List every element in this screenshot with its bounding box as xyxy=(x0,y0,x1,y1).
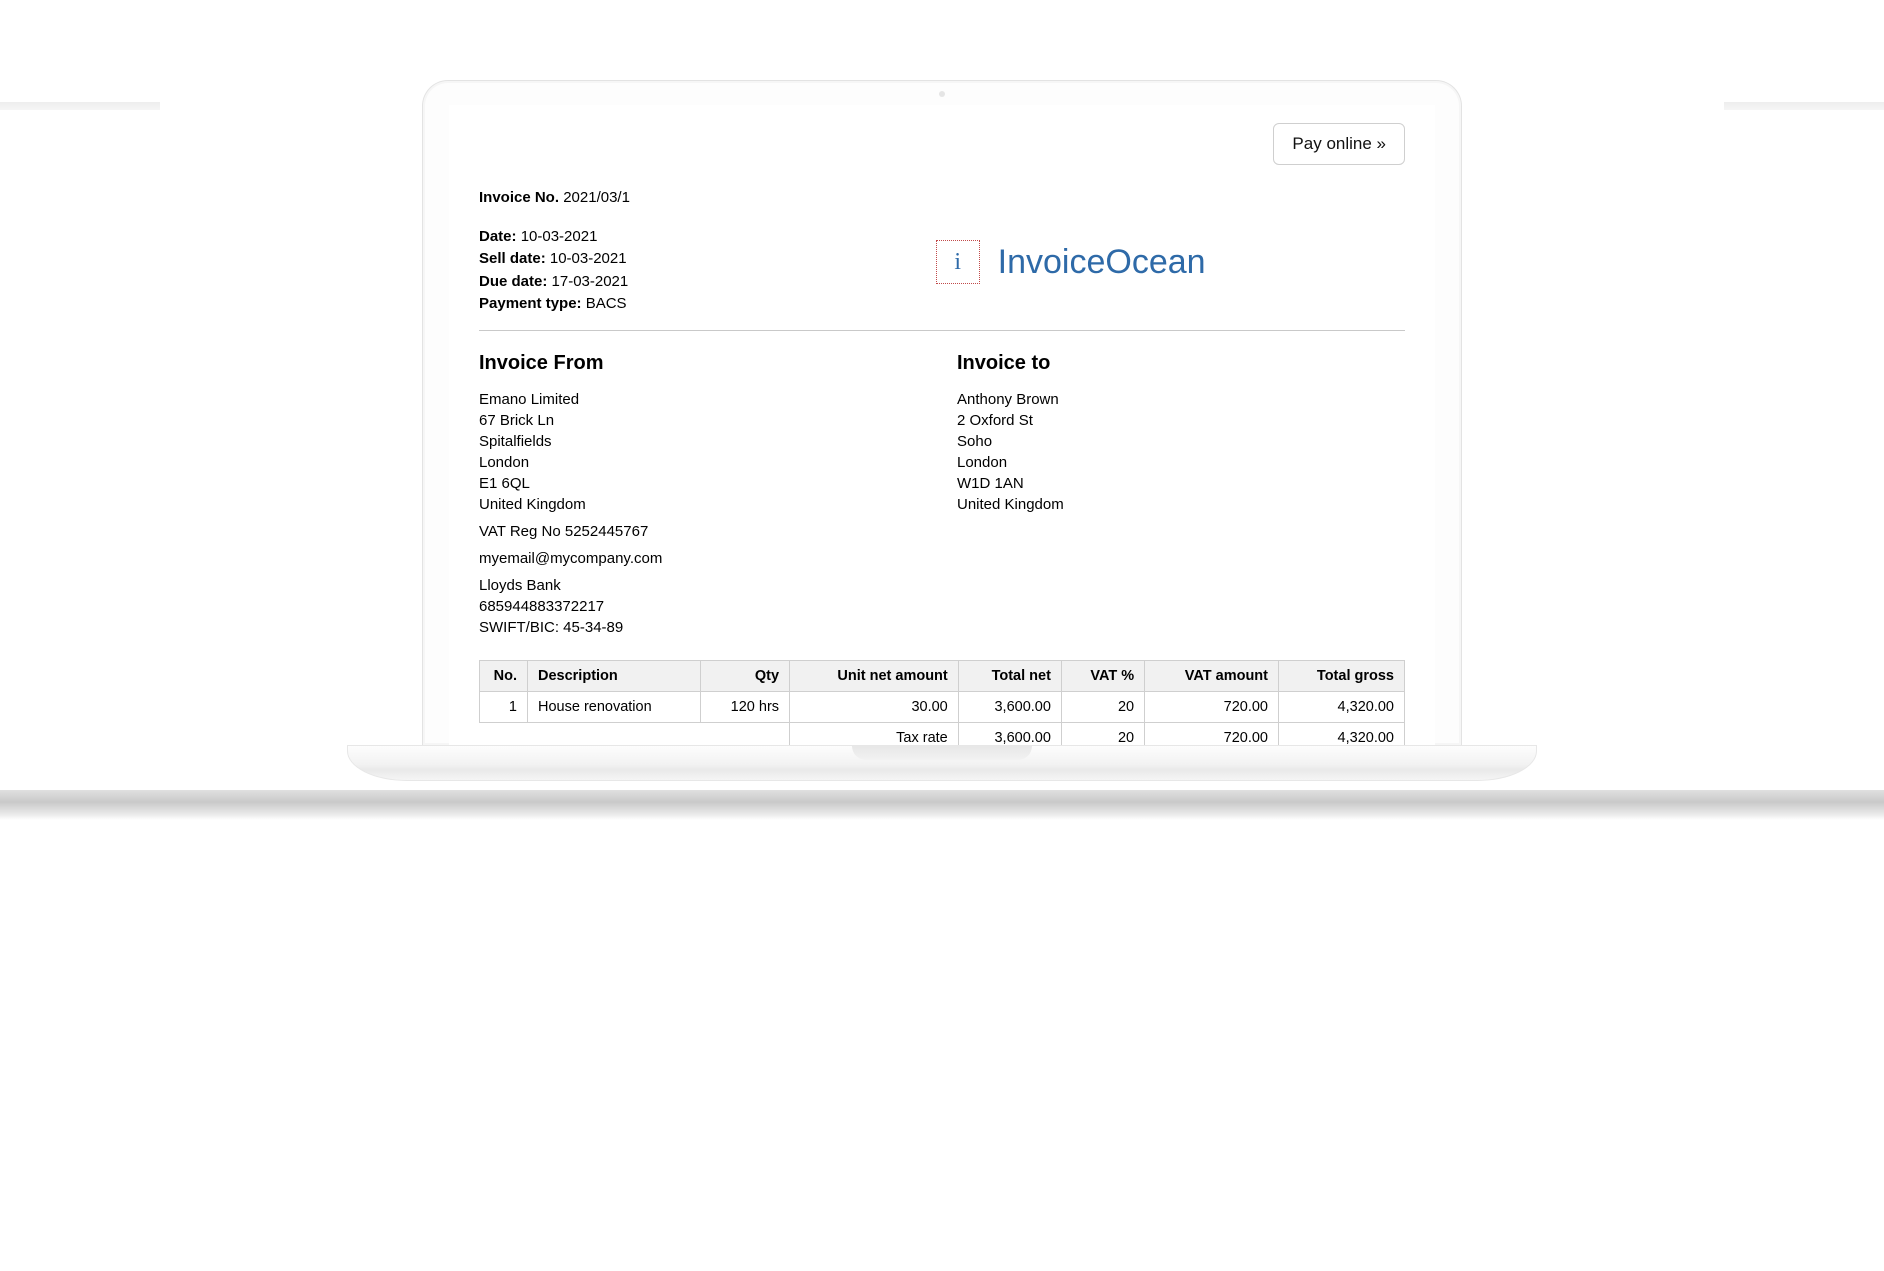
sell-date-value: 10-03-2021 xyxy=(550,250,627,267)
due-date-value: 17-03-2021 xyxy=(552,273,629,290)
summary-total-net: 3,600.00 xyxy=(958,722,1061,745)
decorative-bar-left xyxy=(0,102,160,110)
decorative-bar-right xyxy=(1724,102,1884,110)
invoice-no-label: Invoice No. xyxy=(479,189,559,206)
from-swift-label: SWIFT/BIC: xyxy=(479,619,559,636)
from-addr2: Spitalfields xyxy=(479,431,927,452)
cell-description: House renovation xyxy=(528,691,701,722)
col-vat-amount: VAT amount xyxy=(1145,660,1279,691)
from-city: London xyxy=(479,452,927,473)
laptop-mockup: Pay online » Invoice No. 2021/03/1 Date:… xyxy=(422,80,1462,781)
to-city: London xyxy=(957,452,1405,473)
pay-online-button[interactable]: Pay online » xyxy=(1273,123,1405,165)
summary-vat-pct: 20 xyxy=(1061,722,1144,745)
col-no: No. xyxy=(480,660,528,691)
summary-label: Tax rate xyxy=(790,722,959,745)
laptop-lid: Pay online » Invoice No. 2021/03/1 Date:… xyxy=(422,80,1462,745)
cell-total-net: 3,600.00 xyxy=(958,691,1061,722)
payment-type-value: BACS xyxy=(586,295,627,312)
invoice-to-heading: Invoice to xyxy=(957,349,1405,377)
laptop-notch xyxy=(852,746,1032,760)
laptop-camera xyxy=(939,91,945,97)
table-header-row: No. Description Qty Unit net amount Tota… xyxy=(480,660,1405,691)
cell-vat-amount: 720.00 xyxy=(1145,691,1279,722)
invoice-document: Pay online » Invoice No. 2021/03/1 Date:… xyxy=(449,105,1435,745)
brand-name: InvoiceOcean xyxy=(998,243,1206,282)
col-total-gross: Total gross xyxy=(1278,660,1404,691)
brand-logo-icon: i xyxy=(936,240,980,284)
table-row: 1 House renovation 120 hrs 30.00 3,600.0… xyxy=(480,691,1405,722)
invoice-no-value: 2021/03/1 xyxy=(563,189,630,206)
to-addr2: Soho xyxy=(957,431,1405,452)
to-country: United Kingdom xyxy=(957,494,1405,515)
summary-vat-amount: 720.00 xyxy=(1145,722,1279,745)
brand-logo-letter: i xyxy=(954,249,961,276)
from-postcode: E1 6QL xyxy=(479,473,927,494)
from-addr1: 67 Brick Ln xyxy=(479,410,927,431)
from-bank-name: Lloyds Bank xyxy=(479,575,927,596)
invoice-to: Invoice to Anthony Brown 2 Oxford St Soh… xyxy=(957,349,1405,644)
laptop-screen: Pay online » Invoice No. 2021/03/1 Date:… xyxy=(449,105,1435,745)
cell-total-gross: 4,320.00 xyxy=(1278,691,1404,722)
cell-no: 1 xyxy=(480,691,528,722)
date-value: 10-03-2021 xyxy=(521,228,598,245)
sell-date-label: Sell date: xyxy=(479,250,546,267)
from-name: Emano Limited xyxy=(479,389,927,410)
to-postcode: W1D 1AN xyxy=(957,473,1405,494)
table-summary-row: Tax rate 3,600.00 20 720.00 4,320.00 xyxy=(480,722,1405,745)
to-addr1: 2 Oxford St xyxy=(957,410,1405,431)
invoice-meta: Invoice No. 2021/03/1 Date: 10-03-2021 S… xyxy=(479,187,906,316)
col-vat-pct: VAT % xyxy=(1061,660,1144,691)
summary-total-gross: 4,320.00 xyxy=(1278,722,1404,745)
line-items-table: No. Description Qty Unit net amount Tota… xyxy=(479,660,1405,746)
from-bank-account: 685944883372217 xyxy=(479,596,927,617)
invoice-from: Invoice From Emano Limited 67 Brick Ln S… xyxy=(479,349,927,644)
brand-block: i InvoiceOcean xyxy=(936,187,1405,316)
invoice-from-heading: Invoice From xyxy=(479,349,927,377)
col-description: Description xyxy=(528,660,701,691)
col-qty: Qty xyxy=(700,660,789,691)
date-label: Date: xyxy=(479,228,517,245)
divider xyxy=(479,330,1405,331)
due-date-label: Due date: xyxy=(479,273,547,290)
ground-shadow xyxy=(0,790,1884,820)
to-name: Anthony Brown xyxy=(957,389,1405,410)
payment-type-label: Payment type: xyxy=(479,295,582,312)
col-total-net: Total net xyxy=(958,660,1061,691)
cell-vat-pct: 20 xyxy=(1061,691,1144,722)
cell-qty: 120 hrs xyxy=(700,691,789,722)
col-unit-net: Unit net amount xyxy=(790,660,959,691)
cell-unit-net: 30.00 xyxy=(790,691,959,722)
from-email: myemail@mycompany.com xyxy=(479,548,927,569)
from-country: United Kingdom xyxy=(479,494,927,515)
from-vat-label: VAT Reg No xyxy=(479,523,561,540)
from-swift-value: 45-34-89 xyxy=(563,619,623,636)
laptop-base xyxy=(347,745,1537,781)
from-vat-value: 5252445767 xyxy=(565,523,648,540)
